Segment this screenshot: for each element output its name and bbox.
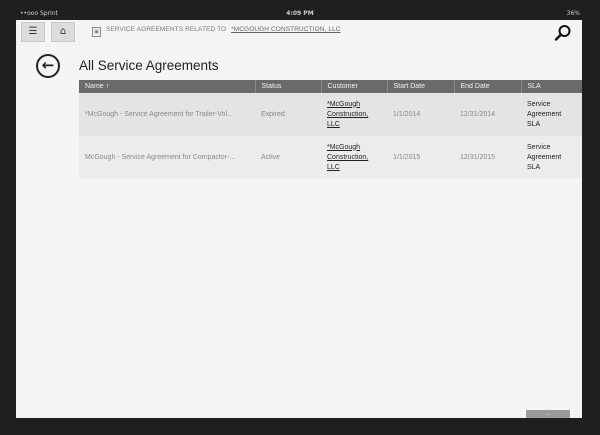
breadcrumb: ▣ SERVICE AGREEMENTS RELATED TO *MCGOUGH …: [92, 26, 341, 37]
cell-customer-link[interactable]: *McGough Construction, LLC: [321, 136, 387, 179]
list-menu-button[interactable]: ☰: [21, 22, 45, 42]
app-screen: ☰ ⌂ ▣ SERVICE AGREEMENTS RELATED TO *MCGO…: [16, 20, 582, 418]
cell-end-date: 12/31/2014: [460, 111, 496, 118]
cell-end-date: 12/31/2015: [460, 154, 496, 161]
column-header-sla[interactable]: SLA: [521, 80, 582, 93]
column-header-status[interactable]: Status: [255, 80, 322, 93]
list-icon: ☰: [28, 26, 38, 37]
home-icon: ⌂: [59, 26, 67, 37]
column-header-start-date[interactable]: Start Date: [387, 80, 455, 93]
cell-sla: Service Agreement SLA: [527, 143, 562, 171]
more-commands-button[interactable]: ...: [526, 410, 570, 418]
home-button[interactable]: ⌂: [51, 22, 75, 42]
back-arrow-icon: ←: [41, 56, 55, 74]
service-agreements-grid: Name ↑ Status Customer Start Date End Da…: [79, 80, 582, 179]
column-header-end-date[interactable]: End Date: [454, 80, 522, 93]
entity-icon: ▣: [92, 27, 101, 37]
table-row[interactable]: *McGough - Service Agreement for Trailer…: [79, 93, 582, 136]
grid-header-row: Name ↑ Status Customer Start Date End Da…: [79, 80, 582, 93]
table-row[interactable]: McGough - Service Agreement for Compacto…: [79, 136, 582, 179]
cell-start-date: 1/1/2015: [393, 154, 421, 161]
column-header-name[interactable]: Name ↑: [79, 80, 256, 93]
cell-customer-link[interactable]: *McGough Construction, LLC: [321, 93, 387, 136]
cell-name[interactable]: *McGough - Service Agreement for Trailer…: [79, 93, 255, 136]
cell-status: Expired: [261, 111, 285, 118]
column-header-customer[interactable]: Customer: [321, 80, 388, 93]
breadcrumb-customer-link[interactable]: *MCGOUGH CONSTRUCTION, LLC: [231, 26, 341, 33]
cell-start-date: 1/1/2014: [393, 111, 421, 118]
battery-indicator: 36%: [566, 10, 580, 17]
search-icon[interactable]: [554, 24, 572, 42]
cell-name[interactable]: McGough - Service Agreement for Compacto…: [79, 136, 255, 179]
breadcrumb-prefix: SERVICE AGREEMENTS RELATED TO: [106, 26, 227, 33]
back-button[interactable]: ←: [36, 54, 60, 78]
cell-sla: Service Agreement SLA: [527, 100, 562, 128]
page-title: All Service Agreements: [79, 58, 219, 73]
cell-status: Active: [261, 154, 281, 161]
ios-status-bar: ••ooo Sprint 4:09 PM 36%: [14, 9, 586, 19]
clock: 4:09 PM: [286, 10, 314, 17]
top-nav-bar: ☰ ⌂ ▣ SERVICE AGREEMENTS RELATED TO *MCGO…: [16, 20, 582, 46]
